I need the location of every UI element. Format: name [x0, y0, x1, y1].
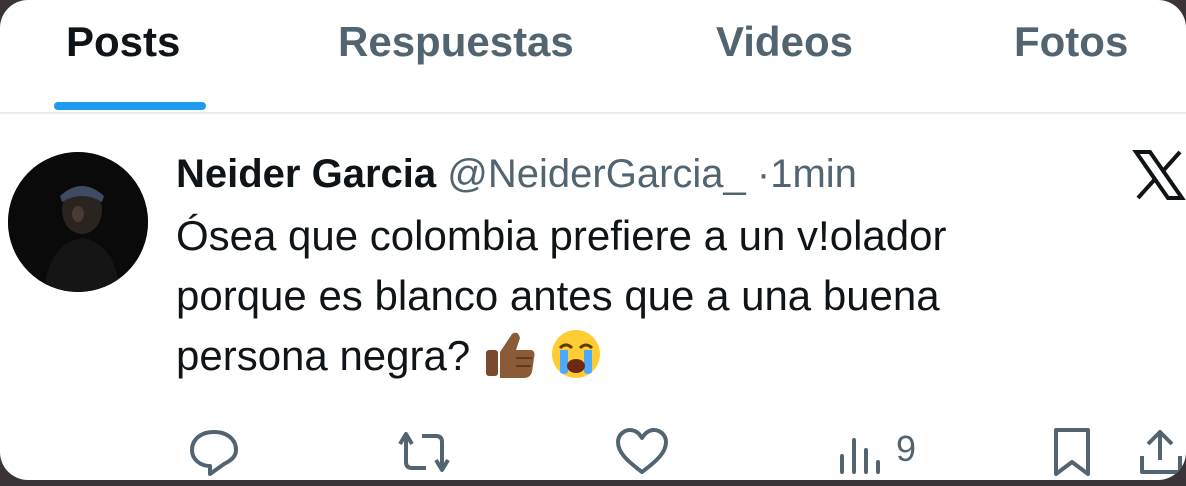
reply-icon[interactable]: [188, 426, 240, 478]
repost-icon[interactable]: [392, 426, 456, 478]
tweet-text-line-with-emoji: persona negra?: [176, 326, 1096, 396]
tweet-header: Neider Garcia @NeiderGarcia_ ·1min: [176, 148, 857, 200]
thumbs-up-emoji: [482, 328, 538, 396]
share-icon[interactable]: [1136, 426, 1186, 478]
tweet-text: Ósea que colombia prefiere a un v!olador…: [176, 206, 1096, 396]
crying-face-emoji: [550, 328, 602, 396]
like-icon[interactable]: [614, 426, 670, 478]
bookmark-icon[interactable]: [1050, 426, 1094, 478]
views-count: 9: [896, 428, 917, 469]
profile-tabs: Posts Respuestas Videos Fotos: [0, 0, 1186, 114]
post-card: Posts Respuestas Videos Fotos Neider Gar…: [0, 0, 1186, 480]
tab-respuestas[interactable]: Respuestas: [338, 18, 574, 66]
views-icon[interactable]: [834, 426, 886, 478]
active-tab-indicator: [54, 102, 206, 110]
x-logo-icon: [1132, 150, 1186, 200]
avatar[interactable]: [8, 152, 148, 292]
tab-posts[interactable]: Posts: [66, 18, 180, 66]
tab-videos[interactable]: Videos: [716, 18, 853, 66]
author-name[interactable]: Neider Garcia: [176, 152, 436, 196]
author-handle-time[interactable]: @NeiderGarcia_ ·1min: [447, 152, 857, 196]
tweet-text-line: persona negra?: [176, 332, 471, 379]
tweet-text-line: porque es blanco antes que a una buena: [176, 272, 940, 319]
tab-fotos[interactable]: Fotos: [1014, 18, 1128, 66]
tweet-text-line: Ósea que colombia prefiere a un v!olador: [176, 212, 947, 259]
